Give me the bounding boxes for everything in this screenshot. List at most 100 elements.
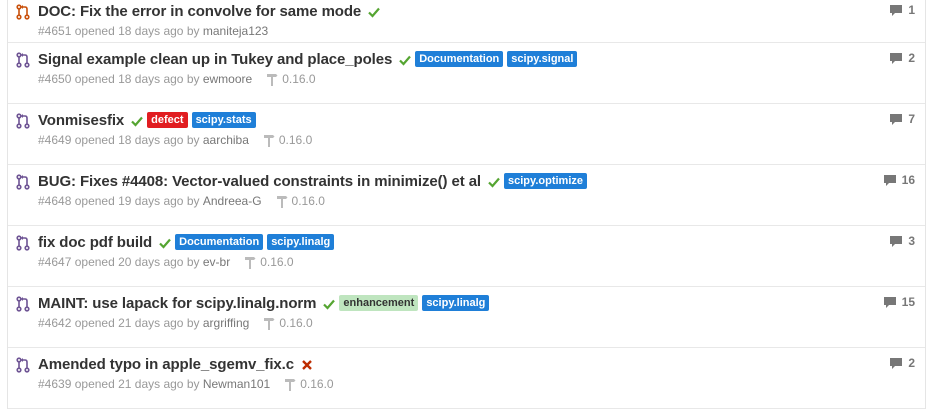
label-badge[interactable]: Documentation: [415, 51, 504, 67]
comments-link[interactable]: 2: [889, 51, 915, 65]
label-badge[interactable]: scipy.optimize: [504, 173, 587, 189]
comment-icon: [883, 174, 896, 186]
pull-request-number: #4647: [38, 255, 72, 269]
milestone[interactable]: 0.16.0: [284, 377, 334, 391]
milestone-icon: [276, 195, 288, 208]
pull-request-title-link[interactable]: fix doc pdf build: [38, 234, 152, 251]
build-success-check-icon[interactable]: [131, 114, 143, 127]
pull-request-number: #4642: [38, 316, 72, 330]
opened-text: opened 19 days ago by: [74, 194, 200, 208]
pull-request-meta: #4647 opened 20 days ago by ev-br 0.16.0: [38, 255, 294, 269]
build-failure-x-icon[interactable]: [301, 358, 313, 370]
milestone-label: 0.16.0: [260, 255, 294, 269]
pull-request-icon: [16, 357, 30, 373]
pull-request-title-link[interactable]: BUG: Fixes #4408: Vector-valued constrai…: [38, 173, 481, 190]
milestone[interactable]: 0.16.0: [263, 316, 313, 330]
title-line: fix doc pdf build Documentation scipy.lin…: [38, 231, 335, 253]
pull-request-meta: #4639 opened 21 days ago by Newman101 0.…: [38, 377, 334, 391]
milestone-label: 0.16.0: [291, 194, 325, 208]
pull-request-number: #4639: [38, 377, 72, 391]
comments-link[interactable]: 15: [883, 295, 915, 309]
build-success-check-icon[interactable]: [323, 297, 336, 310]
title-line: DOC: Fix the error in convolve for same …: [38, 0, 381, 22]
label-badge[interactable]: scipy.signal: [507, 51, 578, 67]
build-success-check-icon[interactable]: [488, 175, 500, 188]
pull-request-row: DOC: Fix the error in convolve for same …: [8, 0, 925, 43]
opened-text: opened 21 days ago by: [74, 316, 200, 330]
milestone[interactable]: 0.16.0: [276, 194, 325, 208]
milestone-icon: [267, 73, 278, 86]
comments-link[interactable]: 3: [889, 234, 915, 248]
label-badge[interactable]: defect: [147, 112, 188, 128]
milestone-icon: [263, 134, 275, 147]
pull-request-title-link[interactable]: Signal example clean up in Tukey and pla…: [38, 51, 392, 68]
comment-count: 2: [908, 51, 915, 65]
author-link[interactable]: maniteja123: [203, 24, 268, 38]
comment-icon: [883, 296, 896, 308]
pull-request-row: Vonmisesfix defect scipy.stats #4649 open…: [8, 104, 925, 165]
pull-request-meta: #4642 opened 21 days ago by argriffing 0…: [38, 316, 313, 330]
author-link[interactable]: ev-br: [203, 255, 230, 269]
milestone[interactable]: 0.16.0: [266, 72, 316, 86]
author-link[interactable]: Andreea-G: [203, 194, 262, 208]
comment-count: 3: [908, 234, 915, 248]
opened-text: opened 20 days ago by: [74, 255, 200, 269]
comment-count: 1: [908, 3, 915, 17]
milestone-label: 0.16.0: [282, 72, 316, 86]
pull-request-meta: #4648 opened 19 days ago by Andreea-G 0.…: [38, 194, 325, 208]
comments-link[interactable]: 1: [889, 3, 915, 17]
comment-count: 2: [908, 356, 915, 370]
milestone-icon: [285, 378, 296, 391]
comments-link[interactable]: 2: [889, 356, 915, 370]
pull-request-number: #4650: [38, 72, 72, 86]
pull-request-number: #4651: [38, 24, 72, 38]
comment-count: 7: [908, 112, 915, 126]
pull-request-icon: [16, 113, 30, 129]
comments-link[interactable]: 7: [889, 112, 915, 126]
pull-request-title-link[interactable]: MAINT: use lapack for scipy.linalg.norm: [38, 295, 316, 312]
title-line: BUG: Fixes #4408: Vector-valued constrai…: [38, 170, 587, 192]
label-badge[interactable]: scipy.linalg: [267, 234, 335, 250]
milestone-label: 0.16.0: [300, 377, 334, 391]
pull-request-number: #4649: [38, 133, 72, 147]
milestone-label: 0.16.0: [279, 316, 313, 330]
author-link[interactable]: Newman101: [203, 377, 270, 391]
pull-request-list: DOC: Fix the error in convolve for same …: [7, 0, 926, 409]
build-success-check-icon[interactable]: [368, 5, 381, 18]
label-badge[interactable]: scipy.linalg: [422, 295, 490, 311]
milestone-icon: [264, 317, 275, 330]
milestone[interactable]: 0.16.0: [244, 255, 294, 269]
comment-count: 15: [901, 295, 915, 309]
milestone-icon: [245, 256, 256, 269]
pull-request-icon: [16, 235, 30, 251]
label-badge[interactable]: enhancement: [339, 295, 419, 311]
labels-container: enhancement scipy.linalg: [335, 295, 490, 311]
label-badge[interactable]: Documentation: [175, 234, 264, 250]
pull-request-row: Amended typo in apple_sgemv_fix.c #4639 …: [8, 348, 925, 409]
pull-request-icon: [16, 52, 30, 68]
labels-container: defect scipy.stats: [143, 112, 256, 128]
comment-icon: [890, 235, 903, 247]
title-line: Vonmisesfix defect scipy.stats: [38, 109, 256, 131]
comments-link[interactable]: 16: [883, 173, 915, 187]
comment-icon: [890, 4, 903, 16]
opened-text: opened 18 days ago by: [74, 24, 200, 38]
label-badge[interactable]: scipy.stats: [191, 112, 256, 128]
pull-request-icon: [16, 4, 30, 20]
opened-text: opened 18 days ago by: [74, 133, 200, 147]
author-link[interactable]: argriffing: [203, 316, 249, 330]
build-success-check-icon[interactable]: [159, 236, 171, 249]
author-link[interactable]: aarchiba: [203, 133, 249, 147]
milestone[interactable]: 0.16.0: [263, 133, 312, 147]
pull-request-row: BUG: Fixes #4408: Vector-valued constrai…: [8, 165, 925, 226]
pull-request-title-link[interactable]: Vonmisesfix: [38, 112, 124, 129]
build-success-check-icon[interactable]: [399, 53, 412, 66]
pull-request-title-link[interactable]: DOC: Fix the error in convolve for same …: [38, 3, 361, 20]
labels-container: Documentation scipy.linalg: [171, 234, 335, 250]
author-link[interactable]: ewmoore: [203, 72, 252, 86]
comment-icon: [890, 52, 903, 64]
pull-request-meta: #4650 opened 18 days ago by ewmoore 0.16…: [38, 72, 316, 86]
pull-request-title-link[interactable]: Amended typo in apple_sgemv_fix.c: [38, 356, 294, 373]
title-line: Signal example clean up in Tukey and pla…: [38, 48, 578, 70]
pull-request-meta: #4651 opened 18 days ago by maniteja123: [38, 24, 268, 38]
